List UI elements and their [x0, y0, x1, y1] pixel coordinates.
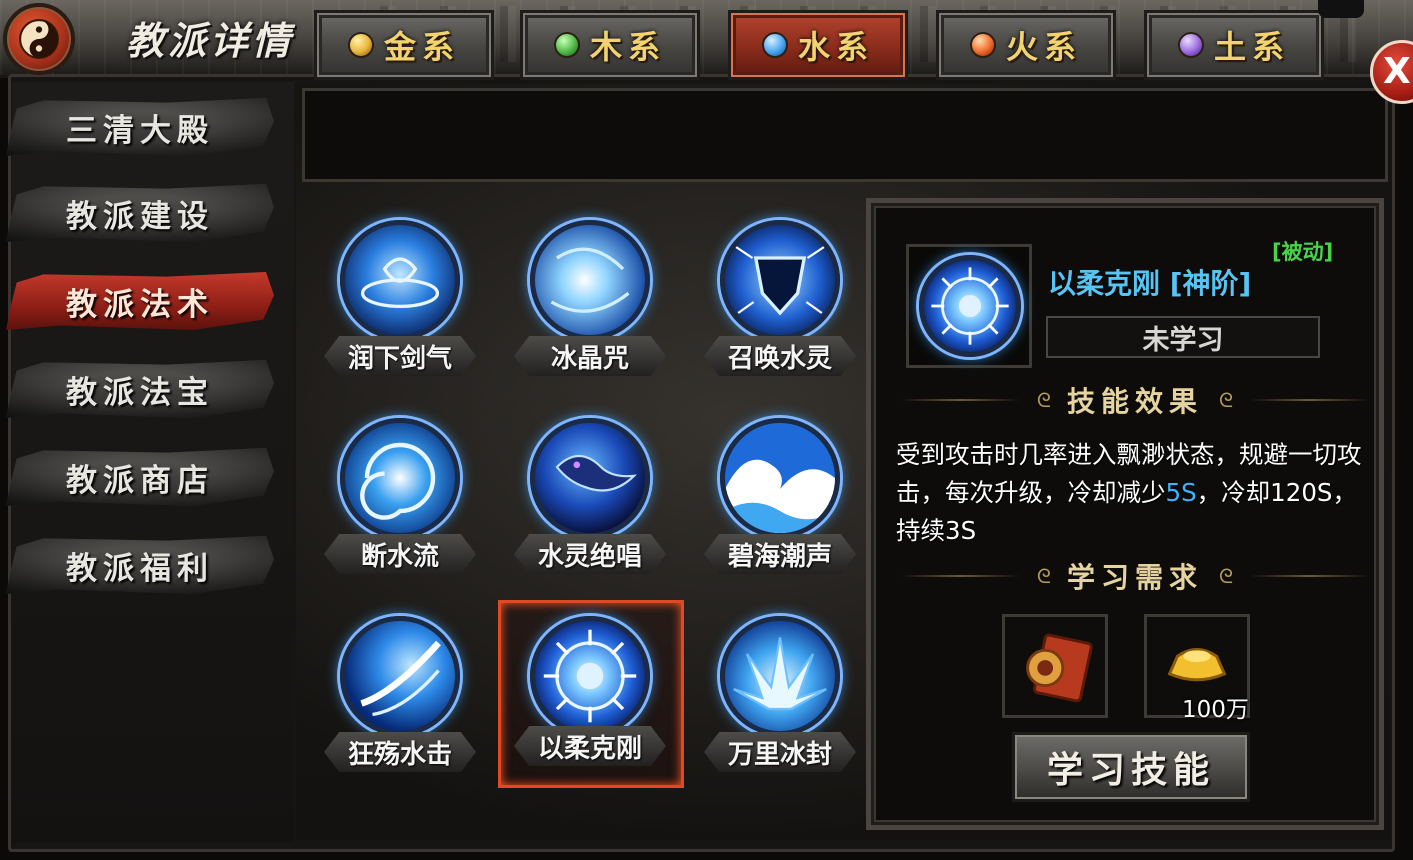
tab-label: 木系	[589, 28, 666, 66]
divider-line	[900, 575, 1021, 577]
skill-name: 以柔克刚	[514, 726, 666, 766]
ice-orb-icon	[530, 220, 650, 340]
divider-line	[1249, 575, 1371, 577]
sidebar-item-shop[interactable]: 教派商店	[6, 448, 274, 506]
spiked-orb-icon	[919, 255, 1021, 357]
skill-slot[interactable]: 召唤水灵	[690, 214, 870, 394]
effect-heading: ᘓ 技能效果 ᘓ	[900, 380, 1371, 420]
element-tab-bar	[302, 88, 1388, 182]
tab-metal[interactable]: 金系	[314, 10, 494, 80]
sidebar-item-spells[interactable]: 教派法术	[6, 272, 274, 330]
fire-orb-icon	[969, 32, 996, 58]
divider-line	[1249, 399, 1371, 401]
effect-description: 受到攻击时几率进入飘渺状态，规避一切攻击，每次升级，冷却减少5S，冷却120S，…	[896, 440, 1362, 545]
tab-label: 火系	[1005, 28, 1082, 66]
skill-slot[interactable]: 水灵绝唱	[500, 412, 680, 592]
skill-slot[interactable]: 润下剑气	[310, 214, 490, 394]
skill-name: 断水流	[324, 534, 476, 574]
requirement-heading: ᘓ 学习需求 ᘓ	[900, 556, 1371, 596]
skill-name: 冰晶咒	[514, 336, 666, 376]
skill-slot[interactable]: 断水流	[310, 412, 490, 592]
passive-tag: [被动]	[1272, 240, 1334, 264]
sidebar-item-welfare[interactable]: 教派福利	[6, 536, 274, 594]
skill-name: 碧海潮声	[704, 534, 856, 574]
skill-name: 狂殇水击	[324, 732, 476, 772]
water-dragon-icon	[530, 418, 650, 538]
water-slash-icon	[340, 616, 460, 736]
corner-ornament	[1318, 0, 1364, 18]
cloud-ornament-icon: ᘓ	[1036, 388, 1051, 412]
skill-slot[interactable]: 万里冰封	[690, 610, 870, 790]
skill-name: 万里冰封	[704, 732, 856, 772]
earth-orb-icon	[1177, 32, 1204, 58]
sidebar-item-hall[interactable]: 三清大殿	[6, 98, 274, 156]
skill-name: 水灵绝唱	[514, 534, 666, 574]
skill-book-icon	[1026, 633, 1093, 703]
wood-orb-icon	[553, 32, 580, 58]
learn-skill-button[interactable]: 学习技能	[1012, 732, 1250, 802]
tab-wood[interactable]: 木系	[520, 10, 700, 80]
cloud-ornament-icon: ᘓ	[1219, 564, 1234, 588]
skill-title: 以柔克刚 [神阶]	[1048, 267, 1252, 300]
tab-earth[interactable]: 土系	[1144, 10, 1324, 80]
spiked-orb-icon	[530, 616, 650, 736]
skill-slot[interactable]: 冰晶咒	[500, 214, 680, 394]
tab-label: 金系	[383, 28, 460, 66]
tab-water[interactable]: 水系	[728, 10, 908, 80]
yin-yang-icon	[3, 3, 75, 75]
tab-fire[interactable]: 火系	[936, 10, 1116, 80]
water-seal-icon	[340, 220, 460, 340]
whirlpool-icon	[340, 418, 460, 538]
tab-label: 水系	[797, 28, 874, 66]
learn-status: 未学习	[1046, 316, 1320, 358]
tab-label: 土系	[1213, 28, 1290, 66]
ice-crystal-icon	[720, 616, 840, 736]
detail-icon-frame	[906, 244, 1032, 368]
sidebar-item-construction[interactable]: 教派建设	[6, 184, 274, 242]
skill-name: 润下剑气	[324, 336, 476, 376]
requirement-item[interactable]	[1002, 614, 1108, 718]
skill-slot[interactable]: 碧海潮声	[690, 412, 870, 592]
metal-orb-icon	[347, 32, 374, 58]
skill-slot-selected[interactable]: 以柔克刚	[496, 600, 684, 792]
water-shield-icon	[720, 220, 840, 340]
page-title: 教派详情	[126, 18, 295, 63]
skill-name: 召唤水灵	[704, 336, 856, 376]
requirement-amount: 100万	[1182, 697, 1249, 723]
divider-line	[900, 399, 1021, 401]
tidal-wave-icon	[720, 418, 840, 538]
close-icon: X	[1383, 51, 1411, 92]
sidebar-item-treasures[interactable]: 教派法宝	[6, 360, 274, 418]
skill-slot[interactable]: 狂殇水击	[310, 610, 490, 790]
cloud-ornament-icon: ᘓ	[1219, 388, 1234, 412]
cloud-ornament-icon: ᘓ	[1036, 564, 1051, 588]
water-orb-icon	[761, 32, 788, 58]
